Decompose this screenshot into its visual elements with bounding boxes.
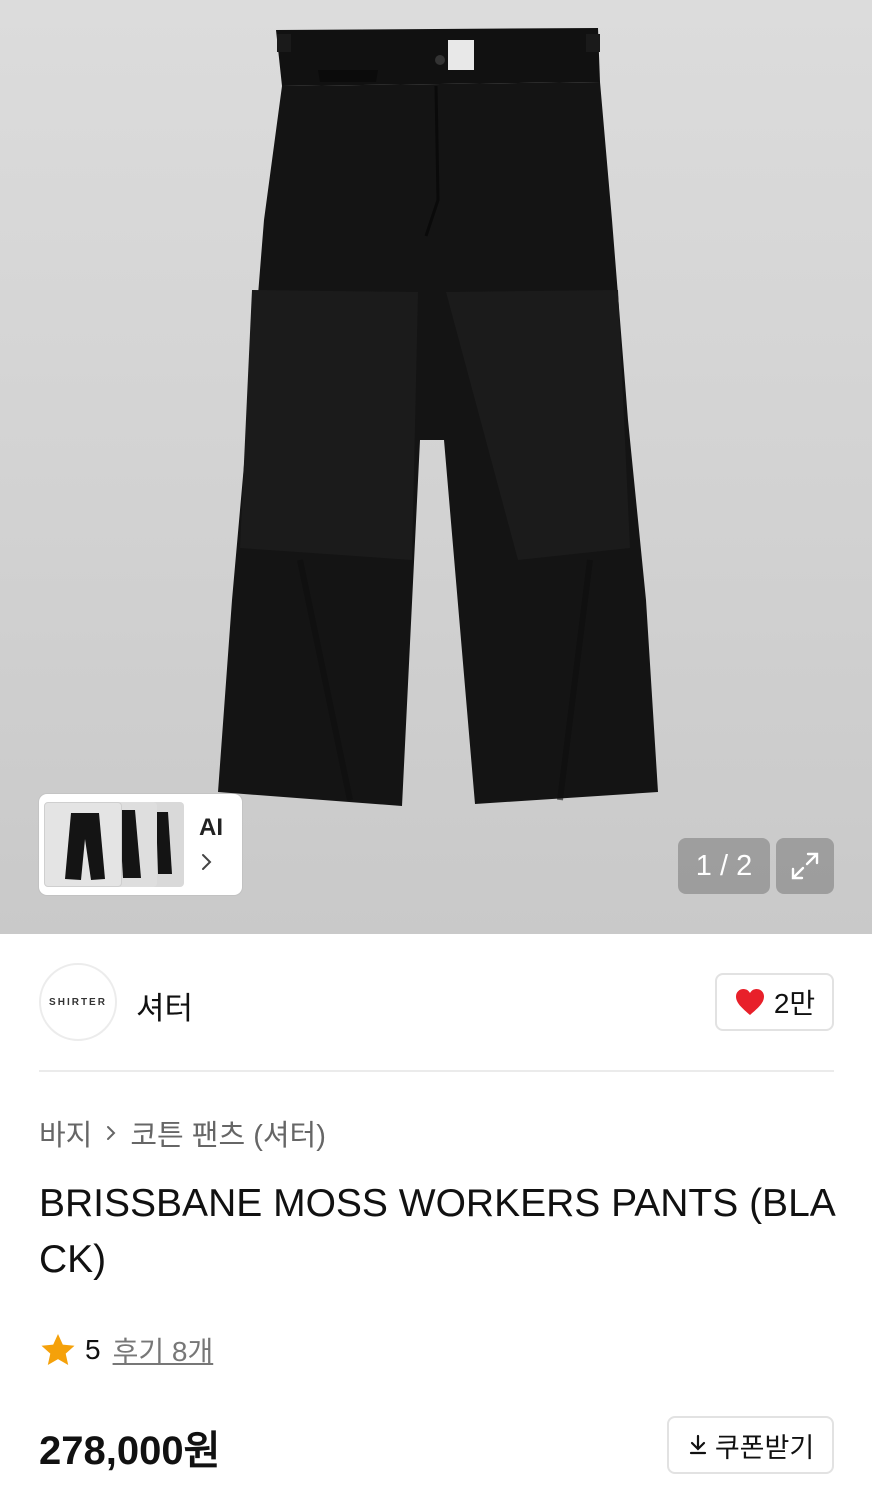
brand-name[interactable]: 셔터: [136, 983, 193, 1028]
rating-row: 5 후기 8개: [39, 1330, 213, 1370]
image-pager: 1 / 2: [678, 838, 770, 894]
expand-icon: [791, 852, 819, 880]
thumbnail-front[interactable]: [44, 802, 122, 887]
thumbnail-strip[interactable]: AI: [39, 794, 242, 895]
ai-label[interactable]: AI: [199, 814, 223, 842]
rating-value: 5: [85, 1334, 101, 1365]
heart-icon: [735, 989, 764, 1015]
chevron-right-icon[interactable]: [199, 850, 215, 874]
brand-logo[interactable]: SHIRTER: [39, 963, 117, 1041]
coupon-label: 쿠폰받기: [714, 1432, 815, 1463]
review-link[interactable]: 후기 8개: [113, 1330, 214, 1370]
download-icon: [689, 1434, 706, 1455]
coupon-button[interactable]: 쿠폰받기: [667, 1416, 834, 1474]
breadcrumb-subcategory[interactable]: 코튼 팬츠 (셔터): [130, 1112, 326, 1154]
breadcrumb-category[interactable]: 바지: [39, 1112, 92, 1154]
price: 278,000원: [39, 1429, 221, 1473]
breadcrumb: 바지 코튼 팬츠 (셔터): [39, 1112, 326, 1154]
like-count: 2만: [773, 988, 816, 1019]
product-image-gallery[interactable]: AI 1 / 2: [0, 0, 872, 934]
expand-button[interactable]: [776, 838, 834, 894]
brand-row: SHIRTER 셔터 2만: [39, 963, 834, 1041]
product-title: BRISSBANE MOSS WORKERS PANTS (BLACK): [39, 1182, 836, 1281]
divider: [39, 1070, 834, 1072]
chevron-right-icon: [107, 1126, 116, 1140]
star-icon: [41, 1334, 75, 1365]
like-button[interactable]: 2만: [715, 973, 834, 1031]
